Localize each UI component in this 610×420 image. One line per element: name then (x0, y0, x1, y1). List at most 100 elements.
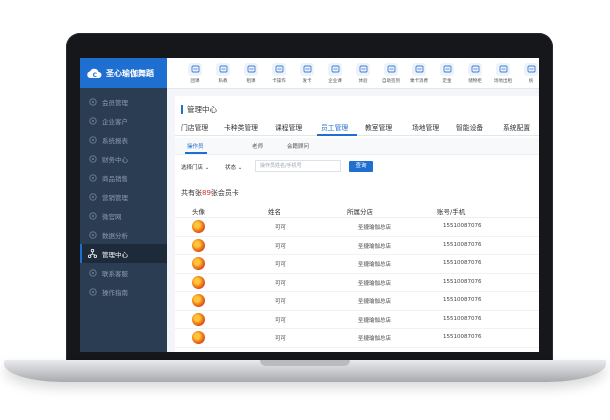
person-icon (216, 62, 230, 76)
toolbar-button[interactable]: 统 (519, 62, 539, 84)
table-row[interactable]: 可可 圣捷瑜伽总店 15510087076 (175, 311, 539, 329)
sidebar-item[interactable]: 管理中心 (80, 244, 167, 263)
column-header-avatar: 头像 (192, 208, 205, 216)
table-row[interactable]: 可可 圣捷瑜伽总店 15510087076 (175, 329, 539, 348)
card-count-summary: 共有张89张会员卡 (181, 188, 239, 198)
svg-text:C: C (93, 72, 98, 79)
subtab[interactable]: 会籍顾问 (287, 142, 309, 150)
status-select[interactable]: 状态 ⌄ (225, 163, 242, 171)
cell-store: 圣捷瑜伽总店 (358, 243, 392, 250)
toolbar-button-label: 团课 (190, 78, 200, 84)
chart-icon (88, 230, 97, 239)
cell-name: 可可 (275, 262, 287, 268)
sidebar-item[interactable]: 商品销售 (80, 168, 167, 187)
sidebar-item[interactable]: 会员管理 (80, 92, 167, 111)
cart-icon (88, 173, 97, 182)
summary-prefix: 共有张 (181, 189, 202, 197)
table-body: 可可 圣捷瑜伽总店 15510087076 可可 圣捷瑜伽总店 15510087076 可可… (175, 218, 539, 348)
toolbar-button[interactable]: 企业课 (323, 62, 347, 84)
main-tabs: 门店管理 卡种类管理 课程管理 员工管理 教室管理 场地管理 智能设备 系统配置 (175, 120, 539, 136)
toolbar-button-label: 场地出租 (494, 78, 512, 84)
table-row[interactable]: 可可 圣捷瑜伽总店 15510087076 (175, 292, 539, 311)
tab[interactable]: 员工管理 (321, 122, 348, 132)
table-row[interactable]: 可可 圣捷瑜伽总店 15510087076 (175, 274, 539, 292)
cell-store: 圣捷瑜伽总店 (358, 336, 392, 342)
sidebar-item-label: 微官网 (102, 212, 122, 221)
guide-icon (88, 287, 97, 296)
search-input[interactable] (255, 160, 341, 172)
sidebar-item-label: 系统报表 (102, 136, 128, 145)
cell-name: 可可 (275, 280, 287, 287)
staff-table: 头像 姓名 所属分店 账号/手机 可可 圣捷瑜伽总店 15510087076 可可 圣捷… (175, 202, 539, 348)
venue-icon (496, 62, 510, 76)
sidebar-item-label: 操作指南 (102, 288, 128, 297)
sidebar-item[interactable]: 数据分析 (80, 225, 167, 244)
group-icon (328, 62, 342, 76)
sidebar-item[interactable]: 微官网 (80, 206, 167, 225)
table-row[interactable]: 可可 圣捷瑜伽总店 15510087076 (175, 218, 539, 237)
locker-icon (468, 62, 482, 76)
sidebar-item[interactable]: 系统报表 (80, 130, 167, 149)
table-header: 头像 姓名 所属分店 账号/手机 (175, 202, 539, 218)
store-select[interactable]: 选择门店 ⌄ (181, 163, 209, 171)
toolbar-button[interactable]: 储物柜 (463, 62, 487, 84)
brand-bar: C 圣心瑜伽舞蹈 (80, 58, 167, 88)
sidebar-item[interactable]: 企业客户 (80, 111, 167, 130)
experience-icon (356, 62, 370, 76)
sidebar-item[interactable]: 联系客服 (80, 263, 167, 282)
toolbar-button-label: 体验 (358, 78, 368, 84)
calendar-icon (188, 62, 202, 76)
sidebar-item[interactable]: 操作指南 (80, 282, 167, 301)
sidebar-item-label: 数据分析 (102, 231, 128, 240)
sidebar-item-label: 财务中心 (102, 155, 128, 164)
cell-account: 15510087076 (443, 278, 482, 285)
toolbar-button[interactable]: 租课 (239, 62, 263, 84)
toolbar-button-label: 定金 (442, 78, 452, 84)
tab[interactable]: 场地管理 (412, 122, 439, 132)
staff-subtabs: 操作员 老师 会籍顾问 (175, 138, 539, 155)
sidebar-item-label: 会员管理 (102, 98, 128, 107)
toolbar-button[interactable]: 自助签到 (379, 62, 403, 84)
subtab[interactable]: 老师 (252, 142, 263, 150)
cell-name: 可可 (275, 243, 287, 250)
toolbar-button[interactable]: 体验 (351, 62, 375, 84)
tab[interactable]: 智能设备 (456, 122, 483, 132)
table-row[interactable]: 可可 圣捷瑜伽总店 15510087076 (175, 255, 539, 274)
toolbar-button[interactable]: 团课 (183, 62, 207, 84)
sidebar-item[interactable]: 财务中心 (80, 149, 167, 168)
toolbar-button[interactable]: 场地出租 (491, 62, 515, 84)
chevron-down-icon: ⌄ (204, 165, 210, 171)
tab[interactable]: 系统配置 (503, 122, 530, 132)
toolbar-button-label: 卡操作 (272, 78, 286, 84)
subtab[interactable]: 操作员 (187, 142, 204, 150)
table-row[interactable]: 可可 圣捷瑜伽总店 15510087076 (175, 237, 539, 255)
sidebar-item-label: 企业客户 (102, 117, 128, 126)
avatar (192, 220, 205, 233)
sidebar-item[interactable]: 营销管理 (80, 187, 167, 206)
globe-icon (88, 211, 97, 220)
cell-name: 可可 (275, 225, 287, 231)
avatar (192, 294, 205, 307)
query-button[interactable]: 查询 (349, 161, 373, 172)
cell-store: 圣捷瑜伽总店 (358, 262, 392, 268)
cell-name: 可可 (275, 336, 287, 342)
deposit-icon (440, 62, 454, 76)
active-subtab-indicator (185, 152, 207, 154)
toolbar-button[interactable]: 私教 (211, 62, 235, 84)
sidebar-item-label: 联系客服 (102, 269, 128, 278)
cell-name: 可可 (275, 299, 287, 305)
toolbar-button[interactable]: 乘卡消费 (407, 62, 431, 84)
tab[interactable]: 卡种类管理 (224, 122, 258, 132)
cell-account: 15510087076 (443, 223, 482, 229)
store-select-label: 选择门店 (181, 165, 204, 171)
tab[interactable]: 门店管理 (181, 122, 208, 132)
cloud-logo-icon: C (87, 68, 102, 79)
card-icon (272, 62, 286, 76)
tab[interactable]: 教室管理 (365, 122, 392, 132)
toolbar-button[interactable]: 卡操作 (267, 62, 291, 84)
tab[interactable]: 课程管理 (275, 122, 302, 132)
brand-name: 圣心瑜伽舞蹈 (106, 68, 154, 78)
toolbar-button[interactable]: 发卡 (295, 62, 319, 84)
consume-icon (412, 62, 426, 76)
toolbar-button[interactable]: 定金 (435, 62, 459, 84)
